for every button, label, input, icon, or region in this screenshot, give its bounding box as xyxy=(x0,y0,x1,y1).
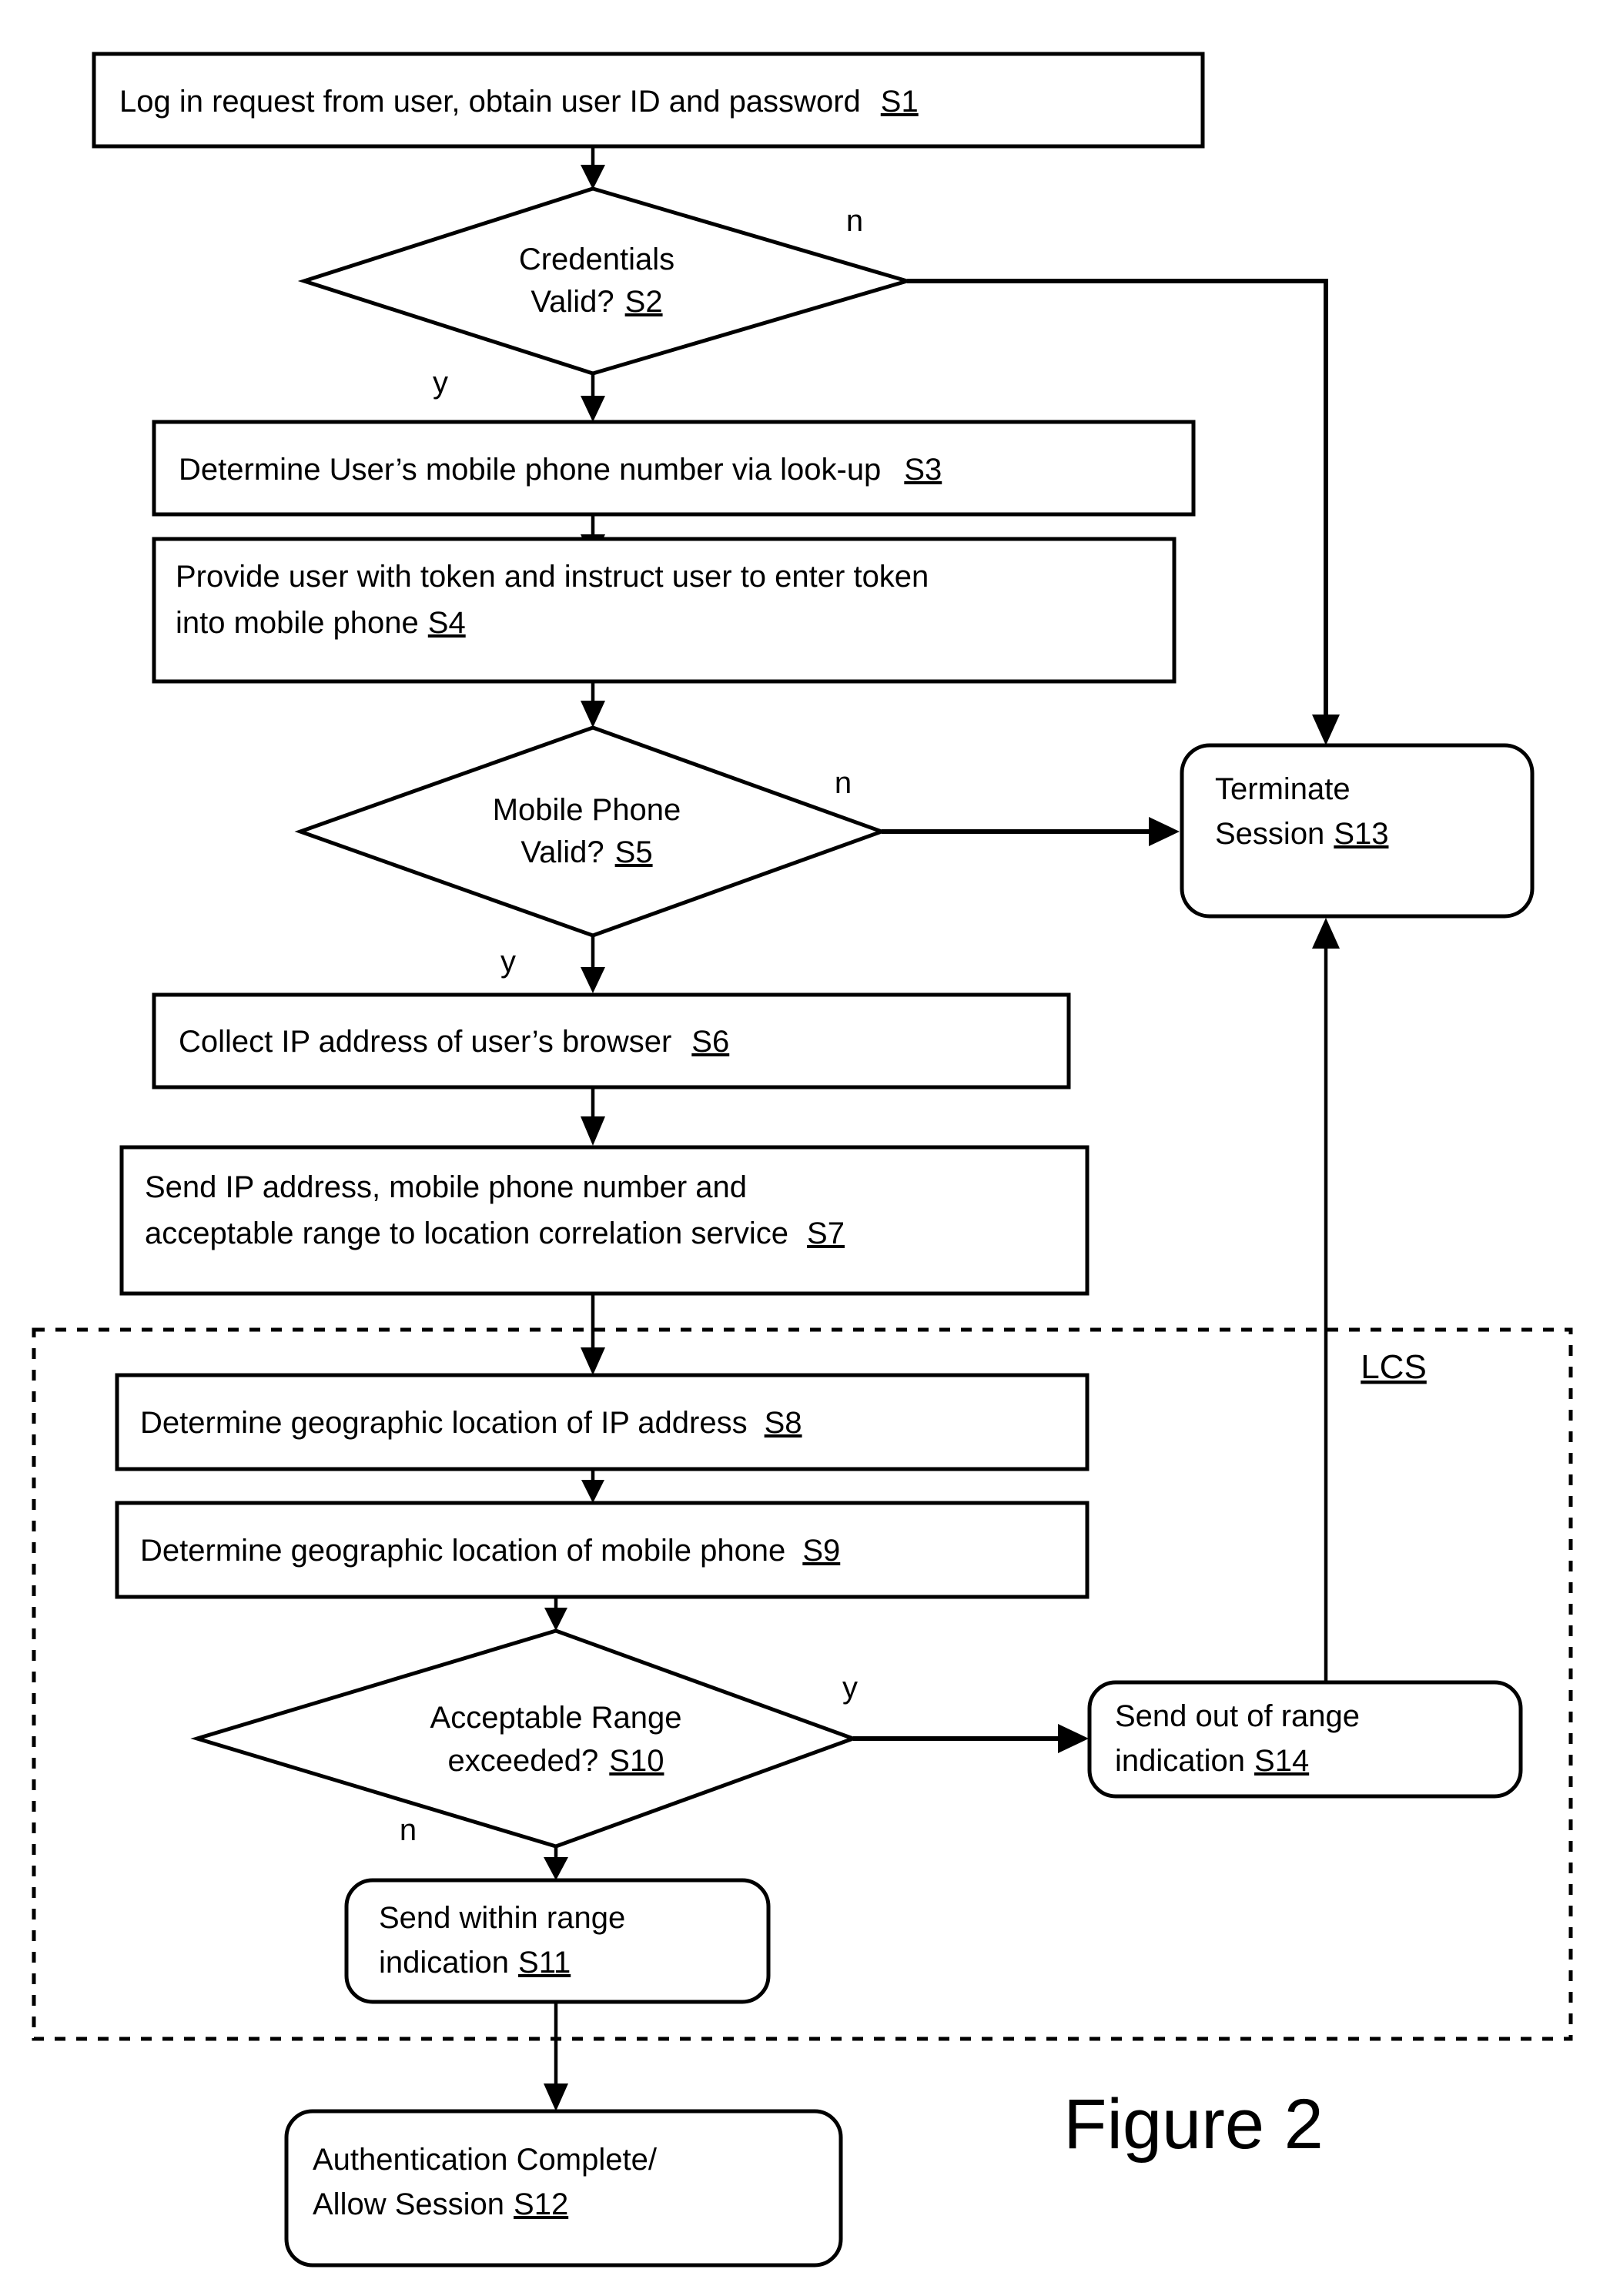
node-s5-diamond xyxy=(294,725,888,938)
arrowhead-s10-yes-s14 xyxy=(1058,1724,1089,1753)
node-s2-text2: Valid? S2 xyxy=(531,285,662,319)
node-s14-line1: Send out of range xyxy=(1115,1699,1360,1733)
node-s3-text: Determine User’s mobile phone number via… xyxy=(179,453,942,487)
node-s14-step: S14 xyxy=(1254,1744,1309,1778)
node-s6-step: S6 xyxy=(691,1025,729,1059)
node-s5-line2: Valid? xyxy=(520,835,604,869)
node-s3-line1: Determine User’s mobile phone number via… xyxy=(179,453,881,487)
node-s5-step: S5 xyxy=(615,835,653,869)
node-s6-text: Collect IP address of user’s browser S6 xyxy=(179,1025,729,1059)
arrowhead-s2-no-s13 xyxy=(1312,715,1340,745)
node-s4-line1: Provide user with token and instruct use… xyxy=(176,560,929,594)
branch-label-s10-yes: y xyxy=(842,1671,858,1705)
node-s12-line1: Authentication Complete/ xyxy=(313,2143,658,2177)
node-s8-line1: Determine geographic location of IP addr… xyxy=(140,1406,748,1440)
node-s13-line2: Session xyxy=(1215,817,1324,851)
node-s11-text2: indication S11 xyxy=(379,1946,571,1980)
flowchart-figure: LCS Log in request from user, obtain use… xyxy=(0,0,1610,2296)
node-s14-text2: indication S14 xyxy=(1115,1744,1309,1778)
node-s4-step: S4 xyxy=(428,606,466,640)
node-s11-line2: indication xyxy=(379,1946,509,1980)
figure-caption: Figure 2 xyxy=(1063,2085,1324,2164)
node-s7-step: S7 xyxy=(807,1217,845,1250)
node-s10-text2: exceeded? S10 xyxy=(448,1744,664,1778)
arrowhead-s6-s7 xyxy=(581,1116,605,1146)
node-s6-line1: Collect IP address of user’s browser xyxy=(179,1025,671,1059)
branch-label-s2-no: n xyxy=(846,204,863,238)
arrowhead-s8-s9 xyxy=(581,1480,604,1503)
node-s14-line2: indication xyxy=(1115,1744,1245,1778)
branch-label-s5-yes: y xyxy=(500,945,516,979)
node-s9-line1: Determine geographic location of mobile … xyxy=(140,1534,785,1568)
node-s1-step: S1 xyxy=(881,85,919,119)
node-s9-step: S9 xyxy=(802,1534,840,1568)
node-s12-line2: Allow Session xyxy=(313,2187,504,2221)
node-s1-line1: Log in request from user, obtain user ID… xyxy=(119,85,861,119)
node-s10-line1: Acceptable Range xyxy=(430,1701,682,1735)
node-s7-text2: acceptable range to location correlation… xyxy=(145,1217,845,1250)
node-s2-line1: Credentials xyxy=(519,243,674,276)
node-s8-text: Determine geographic location of IP addr… xyxy=(140,1406,802,1440)
arrowhead-s1-s2 xyxy=(581,165,605,189)
lcs-region-label: LCS xyxy=(1361,1348,1427,1386)
node-s11-box xyxy=(344,1878,771,2004)
arrowhead-s14-s13 xyxy=(1312,918,1340,949)
node-s2-diamond xyxy=(297,186,914,376)
arrowhead-s7-s8 xyxy=(581,1347,605,1375)
node-s13-text2: Session S13 xyxy=(1215,817,1388,851)
node-s10-diamond xyxy=(190,1628,859,1849)
node-s7-line1: Send IP address, mobile phone number and xyxy=(145,1170,747,1204)
node-s11-step: S11 xyxy=(518,1946,571,1980)
branch-label-s2-yes: y xyxy=(433,366,448,400)
node-s1-text: Log in request from user, obtain user ID… xyxy=(119,85,919,119)
node-s8-step: S8 xyxy=(765,1406,802,1440)
node-s7-line2: acceptable range to location correlation… xyxy=(145,1217,788,1250)
node-s11-line1: Send within range xyxy=(379,1901,625,1935)
node-s12-step: S12 xyxy=(514,2187,568,2221)
arrowhead-s5-no-s13 xyxy=(1149,817,1180,846)
arrowhead-s11-s12 xyxy=(544,2083,568,2111)
node-s13-step: S13 xyxy=(1334,817,1388,851)
node-s4-line2: into mobile phone xyxy=(176,606,419,640)
node-s12-text2: Allow Session S12 xyxy=(313,2187,568,2221)
arrowhead-s5-s6 xyxy=(581,967,605,993)
node-s9-text: Determine geographic location of mobile … xyxy=(140,1534,840,1568)
arrowhead-s2-s3 xyxy=(581,396,605,422)
arrowhead-s4-s5 xyxy=(581,701,605,728)
node-s10-line2: exceeded? xyxy=(448,1744,599,1778)
branch-label-s5-no: n xyxy=(835,766,852,800)
node-s2-step: S2 xyxy=(625,285,663,319)
node-s13-line1: Terminate xyxy=(1215,772,1351,806)
arrowhead-s10-s11 xyxy=(544,1857,568,1880)
arrowhead-s9-s10 xyxy=(544,1608,567,1631)
node-s10-step: S10 xyxy=(609,1744,664,1778)
node-s3-step: S3 xyxy=(904,453,942,487)
node-s2-line2: Valid? xyxy=(531,285,614,319)
node-s5-line1: Mobile Phone xyxy=(493,793,681,827)
branch-label-s10-no: n xyxy=(400,1813,417,1847)
flowchart-canvas: LCS Log in request from user, obtain use… xyxy=(32,52,1573,2268)
node-s5-text2: Valid? S5 xyxy=(520,835,652,869)
